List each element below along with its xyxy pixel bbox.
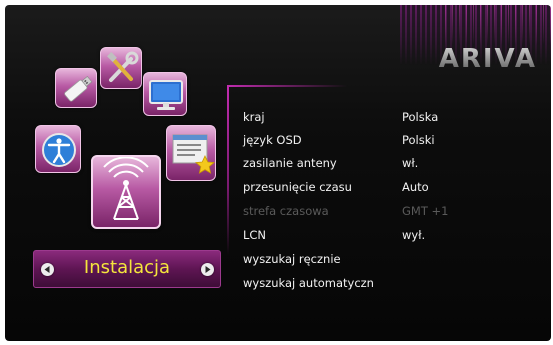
category-selector[interactable]: Instalacja [33, 250, 221, 288]
settings-panel: ARIVA Instalacja kraj Polska język OSD P… [5, 5, 551, 341]
menu-value: wł. [402, 156, 419, 170]
channel-list-tile[interactable] [166, 125, 216, 181]
usb-tile[interactable] [55, 68, 97, 108]
menu-value: wył. [402, 228, 426, 242]
menu-row-time-offset[interactable]: przesunięcie czasu Auto [243, 177, 493, 199]
menu-divider-top [227, 85, 347, 87]
installation-tile-selected[interactable] [91, 155, 161, 229]
antenna-tower-icon [103, 157, 149, 220]
chevron-right-icon [205, 266, 211, 273]
menu-label: wyszukaj automatyczn [243, 276, 374, 290]
menu-value: Auto [402, 180, 429, 194]
menu-label: zasilanie anteny [243, 156, 337, 170]
menu-label: wyszukaj ręcznie [243, 252, 341, 266]
menu-row-auto-search[interactable]: wyszukaj automatyczn [243, 273, 493, 295]
menu-label: LCN [243, 228, 267, 242]
list-star-icon [172, 134, 215, 174]
next-category-button[interactable] [201, 263, 214, 276]
menu-label: kraj [243, 110, 265, 124]
brand-logo: ARIVA [403, 45, 537, 73]
menu-row-antenna-power[interactable]: zasilanie anteny wł. [243, 153, 493, 175]
monitor-tile[interactable] [143, 72, 187, 116]
menu-row-osd-language[interactable]: język OSD Polski [243, 130, 493, 152]
menu-value: Polski [402, 133, 435, 147]
menu-label: język OSD [243, 133, 302, 147]
tv-screen: ARIVA Instalacja kraj Polska język OSD P… [0, 0, 553, 345]
menu-row-country[interactable]: kraj Polska [243, 107, 493, 129]
menu-value: GMT +1 [402, 204, 449, 218]
category-label: Instalacja [83, 257, 171, 278]
menu-row-lcn[interactable]: LCN wył. [243, 225, 493, 247]
menu-label: strefa czasowa [243, 204, 329, 218]
monitor-icon [149, 80, 183, 110]
menu-label: przesunięcie czasu [243, 180, 352, 194]
menu-divider-left [227, 87, 229, 255]
menu-row-manual-search[interactable]: wyszukaj ręcznie [243, 249, 493, 271]
accessibility-icon [42, 133, 76, 167]
menu-row-time-zone: strefa czasowa GMT +1 [243, 201, 493, 223]
tools-tile[interactable] [100, 47, 142, 89]
menu-value: Polska [402, 110, 439, 124]
usb-drive-icon [64, 75, 93, 102]
tools-icon [107, 51, 139, 82]
decor-stripes-highlight [445, 5, 551, 45]
accessibility-tile[interactable] [35, 125, 81, 173]
